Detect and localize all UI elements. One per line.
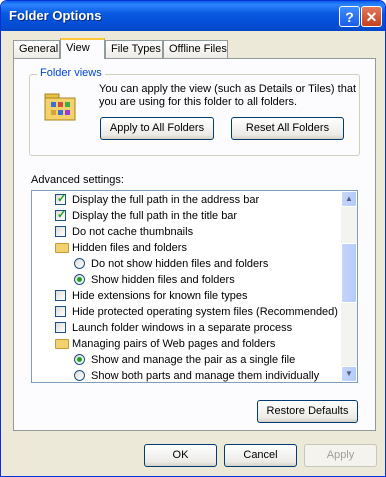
radio-selected[interactable] xyxy=(74,354,85,365)
help-button[interactable]: ? xyxy=(339,6,360,27)
vertical-scrollbar[interactable]: ▲ ▼ xyxy=(341,191,357,382)
folder-views-icon xyxy=(44,93,76,121)
tab-general[interactable]: General xyxy=(13,40,60,58)
advanced-settings-label: Advanced settings: xyxy=(31,174,124,186)
radio-selected[interactable] xyxy=(74,274,85,285)
restore-defaults-button[interactable]: Restore Defaults xyxy=(257,400,358,423)
checkbox-unchecked[interactable] xyxy=(55,306,66,317)
window-title: Folder Options xyxy=(9,8,102,23)
scroll-up-icon[interactable]: ▲ xyxy=(341,191,357,207)
checkbox-unchecked[interactable] xyxy=(55,322,66,333)
scrollbar-thumb[interactable] xyxy=(341,243,357,303)
tab-offline-files[interactable]: Offline Files xyxy=(163,40,228,58)
checkbox-unchecked[interactable] xyxy=(55,290,66,301)
checkbox-checked[interactable]: ✓ xyxy=(55,193,66,205)
folder-icon xyxy=(55,243,69,253)
checkbox-unchecked[interactable] xyxy=(55,226,66,237)
folder-views-description: You can apply the view (such as Details … xyxy=(99,83,357,108)
radio-unselected[interactable] xyxy=(74,258,85,269)
checkbox-checked[interactable]: ✓ xyxy=(55,209,66,221)
close-button[interactable]: ✕ xyxy=(361,6,382,27)
folder-icon xyxy=(55,339,69,349)
title-bar[interactable]: Folder Options ? ✕ xyxy=(1,1,385,31)
advanced-settings-list[interactable]: ✓ Display the full path in the address b… xyxy=(31,190,358,383)
cancel-button[interactable]: Cancel xyxy=(224,444,297,467)
folder-options-window: Folder Options ? ✕ General View File Typ… xyxy=(0,0,386,477)
scroll-down-icon[interactable]: ▼ xyxy=(341,366,357,382)
folder-views-legend: Folder views xyxy=(37,67,105,79)
apply-to-all-folders-button[interactable]: Apply to All Folders xyxy=(100,117,214,140)
ok-button[interactable]: OK xyxy=(144,444,217,467)
tab-file-types[interactable]: File Types xyxy=(105,40,163,58)
radio-unselected[interactable] xyxy=(74,370,85,381)
tab-view[interactable]: View xyxy=(60,38,105,59)
apply-button[interactable]: Apply xyxy=(304,444,377,467)
reset-all-folders-button[interactable]: Reset All Folders xyxy=(231,117,344,140)
